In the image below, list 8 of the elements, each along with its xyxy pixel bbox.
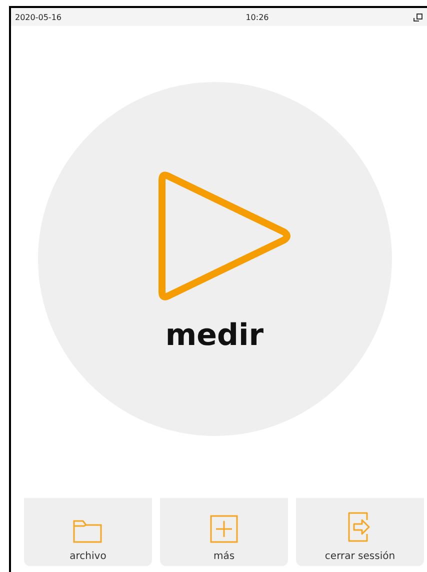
plus-icon <box>210 515 238 543</box>
folder-icon <box>73 519 103 543</box>
measure-button[interactable]: medir <box>38 82 392 436</box>
status-date: 2020-05-16 <box>15 12 62 22</box>
toolbar-button[interactable]: archivo <box>24 498 152 566</box>
status-time: 10:26 <box>246 12 269 22</box>
toolbar-button[interactable]: cerrar sessión <box>296 498 424 566</box>
toolbar-button[interactable]: más <box>160 498 288 566</box>
